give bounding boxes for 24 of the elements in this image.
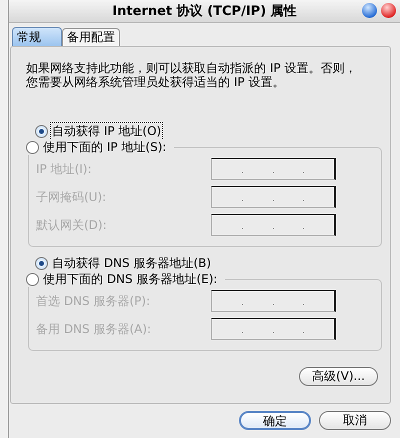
field-label: IP 地址(I): [36,160,93,178]
close-icon[interactable] [381,3,396,18]
field-label: 默认网关(D): [36,216,108,234]
ok-button[interactable]: 确定 [239,411,311,430]
tab[interactable]: 备用配置 [62,28,120,46]
ip-address-field[interactable] [211,318,336,340]
radio-button[interactable] [35,124,48,138]
description-text: 如果网络支持此功能，则可以获取自动指派的 IP 设置。否则， 您需要从网络系统管理员处获得适当的 IP 设置。 [26,61,358,89]
ip-address-field[interactable] [211,158,336,180]
radio-button[interactable] [26,140,39,154]
advanced-button[interactable]: 高级(V)... [298,367,378,386]
ip-address-field[interactable] [211,214,336,236]
radio-button[interactable] [35,256,48,270]
window-title: Internet 协议 (TCP/IP) 属性 [112,2,297,20]
tab[interactable]: 常规 [12,27,62,46]
ip-address-field[interactable] [211,186,336,208]
field-label: 备用 DNS 服务器(A): [36,320,152,338]
field-label: 子网掩码(U): [36,188,108,206]
field-label: 首选 DNS 服务器(P): [36,292,152,310]
radio-label[interactable]: 自动获得 DNS 服务器地址(B) [50,254,214,272]
minimize-icon[interactable] [362,3,377,18]
cancel-button[interactable]: 取消 [319,411,391,430]
radio-button[interactable] [26,272,39,286]
ip-address-field[interactable] [211,290,336,312]
